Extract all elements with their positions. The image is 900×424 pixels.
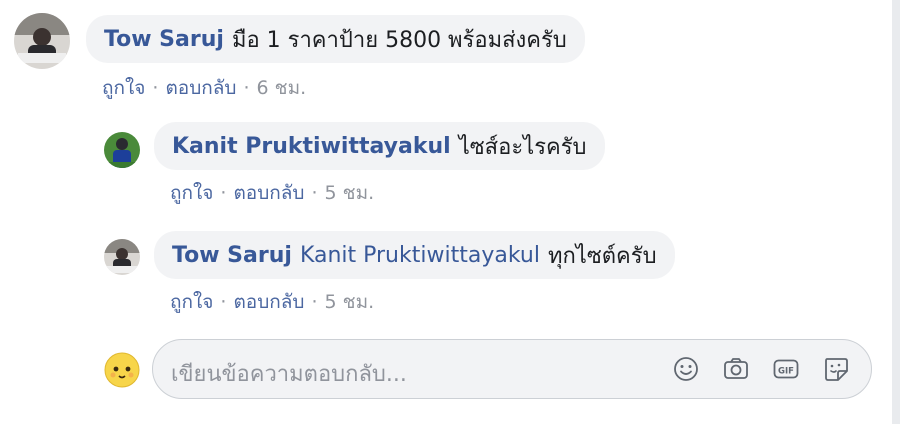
comment-bubble: Tow Saruj มือ 1 ราคาป้าย 5800 พร้อมส่งคร…	[86, 15, 585, 63]
separator: ·	[311, 182, 318, 204]
sticker-icon[interactable]	[821, 354, 851, 384]
current-user-avatar	[104, 352, 140, 388]
avatar[interactable]	[14, 13, 70, 69]
camera-icon[interactable]	[721, 354, 751, 384]
comment-timestamp[interactable]: 5 ชม.	[325, 182, 375, 204]
comment-bubble: Kanit Pruktiwittayakul ไซส์อะไรครับ	[154, 122, 605, 170]
comment-timestamp[interactable]: 6 ชม.	[257, 77, 307, 99]
like-link[interactable]: ถูกใจ	[170, 291, 213, 313]
avatar[interactable]	[104, 132, 140, 168]
reply-link[interactable]: ตอบกลับ	[165, 77, 236, 99]
comment-author[interactable]: Kanit Pruktiwittayakul	[172, 134, 451, 159]
comment-actions: ถูกใจ · ตอบกลับ · 5 ชม.	[170, 178, 374, 208]
scrollbar-track[interactable]	[892, 0, 900, 424]
avatar-photo	[104, 239, 140, 275]
comment-actions: ถูกใจ · ตอบกลับ · 6 ชม.	[102, 73, 306, 103]
comment-text: ไซส์อะไรครับ	[458, 134, 587, 160]
like-link[interactable]: ถูกใจ	[102, 77, 145, 99]
comment-mention[interactable]: Kanit Pruktiwittayakul	[300, 243, 540, 268]
separator: ·	[220, 182, 227, 204]
reply-link[interactable]: ตอบกลับ	[233, 291, 304, 313]
reply-input[interactable]: เขียนข้อความตอบกลับ...	[171, 356, 407, 391]
separator: ·	[243, 77, 250, 99]
avatar-photo	[104, 132, 140, 168]
comment-timestamp[interactable]: 5 ชม.	[325, 291, 375, 313]
comment-bubble: Tow Saruj Kanit Pruktiwittayakul ทุกไซต์…	[154, 231, 675, 279]
comment-author[interactable]: Tow Saruj	[172, 243, 292, 268]
avatar-photo	[14, 13, 70, 69]
separator: ·	[220, 291, 227, 313]
reply-composer[interactable]: เขียนข้อความตอบกลับ... GIF	[152, 339, 872, 399]
svg-text:GIF: GIF	[778, 367, 794, 377]
separator: ·	[311, 291, 318, 313]
comment-text: ทุกไซต์ครับ	[547, 243, 657, 269]
reply-link[interactable]: ตอบกลับ	[233, 182, 304, 204]
gif-icon[interactable]: GIF	[771, 354, 801, 384]
comment-author[interactable]: Tow Saruj	[104, 27, 224, 52]
emoji-icon[interactable]	[671, 354, 701, 384]
avatar[interactable]	[104, 239, 140, 275]
like-link[interactable]: ถูกใจ	[170, 182, 213, 204]
emoji-avatar-icon	[104, 352, 140, 388]
separator: ·	[152, 77, 159, 99]
comment-text: มือ 1 ราคาป้าย 5800 พร้อมส่งครับ	[231, 27, 567, 53]
comment-actions: ถูกใจ · ตอบกลับ · 5 ชม.	[170, 287, 374, 317]
